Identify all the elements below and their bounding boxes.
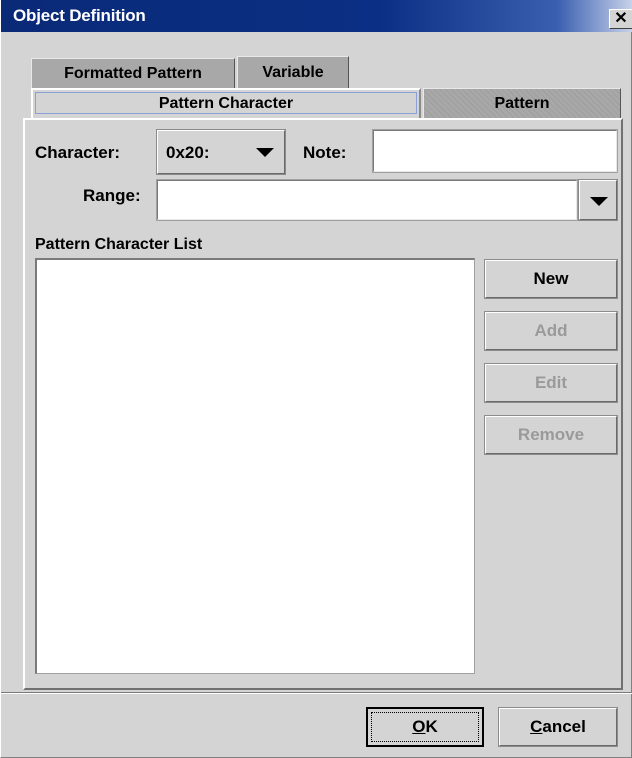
range-label: Range: <box>83 186 141 205</box>
add-button[interactable]: Add <box>484 311 618 351</box>
tab-pattern-character[interactable]: Pattern Character <box>31 88 421 118</box>
pattern-character-list-title: Pattern Character List <box>35 236 203 253</box>
pattern-character-list[interactable] <box>35 258 475 674</box>
character-label: Character: <box>35 143 121 162</box>
tab-pattern[interactable]: Pattern <box>423 88 621 118</box>
ok-button-label: OK <box>412 717 438 737</box>
window-title: Object Definition <box>13 6 146 25</box>
cancel-button[interactable]: Cancel <box>498 707 618 747</box>
bottom-separator <box>1 692 632 694</box>
new-button-label: New <box>533 269 569 288</box>
cancel-label-rest: ancel <box>542 717 586 736</box>
edit-button[interactable]: Edit <box>484 363 618 403</box>
chevron-down-icon <box>256 148 274 157</box>
character-value: 0x20: <box>166 143 210 162</box>
edit-button-label: Edit <box>534 373 568 392</box>
character-dropdown[interactable]: 0x20: <box>156 129 286 175</box>
add-button-label: Add <box>534 321 568 340</box>
ok-mnemonic: O <box>412 717 426 736</box>
range-dropdown-button[interactable] <box>578 179 618 221</box>
new-button[interactable]: New <box>484 259 618 299</box>
ok-button[interactable]: OK <box>366 707 484 747</box>
note-input[interactable] <box>372 129 618 173</box>
cancel-mnemonic: C <box>530 717 543 736</box>
tab-formatted-pattern[interactable]: Formatted Pattern <box>31 58 235 88</box>
close-icon: ✕ <box>614 10 628 27</box>
tab-label: Formatted Pattern <box>64 64 202 82</box>
tab-label: Pattern <box>494 94 550 112</box>
remove-button-label: Remove <box>517 425 585 444</box>
tab-variable[interactable]: Variable <box>237 56 349 88</box>
cancel-button-label: Cancel <box>530 717 586 737</box>
remove-button[interactable]: Remove <box>484 415 618 455</box>
note-label: Note: <box>303 143 347 162</box>
object-definition-dialog: Object Definition ✕ Formatted Pattern Va… <box>0 0 632 758</box>
tab-label: Pattern Character <box>158 95 294 112</box>
close-button[interactable]: ✕ <box>609 9 632 29</box>
chevron-down-icon <box>590 197 608 206</box>
title-bar[interactable]: Object Definition ✕ <box>1 0 632 32</box>
tab-label: Variable <box>262 63 324 81</box>
range-input[interactable] <box>156 179 578 221</box>
ok-label-rest: K <box>425 717 438 736</box>
